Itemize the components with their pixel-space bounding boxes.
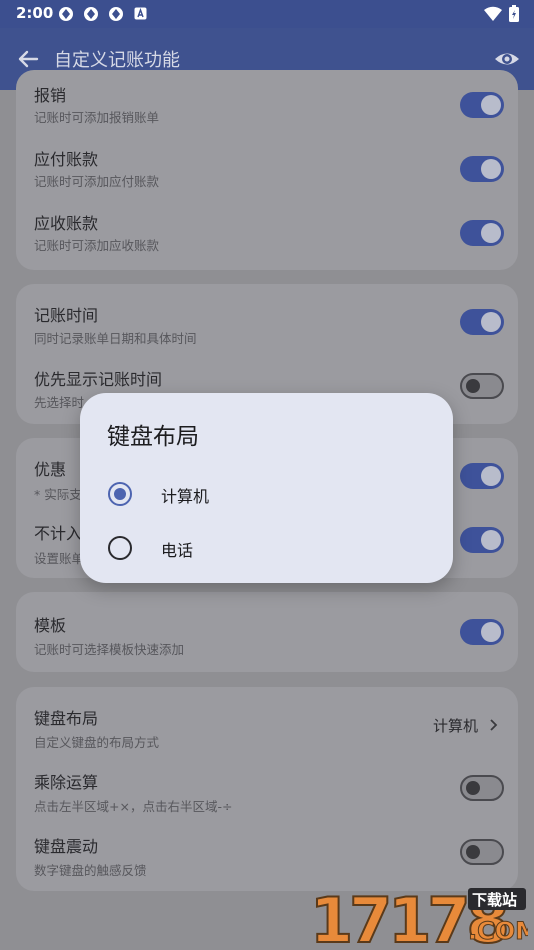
setting-subtitle: 记账时可添加报销账单 [34,110,160,125]
settings-card-keyboard: 键盘布局 自定义键盘的布局方式 计算机 乘除运算 点击左半区域+×，点击右半区域… [16,687,518,891]
setting-subtitle: 同时记录账单日期和具体时间 [34,331,197,346]
setting-title: 乘除运算 [34,773,99,792]
settings-card-bill-types: 报销 记账时可添加报销账单 应付账款 记账时可添加应付账款 应收账款 记账时可添… [16,70,518,270]
setting-subtitle: 设置账单 [34,551,85,566]
toggle-knob [481,159,501,179]
toggle-knob [481,312,501,332]
option-computer[interactable]: 计算机 [80,470,453,518]
keyboard-layout-value: 计算机 [432,717,478,735]
radio-button-selected[interactable] [108,482,132,506]
setting-subtitle: 点击左半区域+×，点击右半区域-÷ [34,799,233,814]
toggle-knob [481,622,501,642]
status-bar: 2:00 [0,0,534,28]
setting-subtitle: 记账时可添加应付账款 [34,174,160,189]
setting-title: 模板 [34,616,67,635]
payable-toggle[interactable] [460,156,504,182]
dialog-title: 键盘布局 [107,424,199,450]
keyboard-layout-dialog: 键盘布局 计算机 电话 [80,393,453,583]
toggle-knob [466,845,480,859]
setting-subtitle: 记账时可添加应收账款 [34,238,160,253]
setting-title: 记账时间 [34,306,99,325]
discount-toggle[interactable] [460,463,504,489]
setting-title: 优先显示记账时间 [34,370,163,389]
status-time: 2:00 [16,4,54,22]
setting-subtitle: 先选择时 [34,395,85,410]
setting-row-reimbursement[interactable]: 报销 记账时可添加报销账单 [16,70,518,134]
option-label: 电话 [161,541,194,560]
notification-icon [109,7,123,21]
setting-title: 键盘震动 [34,837,99,856]
reimbursement-toggle[interactable] [460,92,504,118]
setting-title: 应付账款 [34,150,99,169]
notification-icon [59,7,73,21]
back-arrow-icon[interactable] [14,45,42,73]
multiply-divide-toggle[interactable] [460,775,504,801]
template-toggle[interactable] [460,619,504,645]
keyboard-vibration-toggle[interactable] [460,839,504,865]
battery-icon [509,5,519,22]
show-time-first-toggle[interactable] [460,373,504,399]
toggle-knob [481,466,501,486]
toggle-knob [481,223,501,243]
page-title: 自定义记账功能 [54,50,180,71]
notification-icon [84,7,98,21]
app-notification-icon [134,7,147,20]
setting-row-receivable[interactable]: 应收账款 记账时可添加应收账款 [16,198,518,262]
receivable-toggle[interactable] [460,220,504,246]
settings-card-template: 模板 记账时可选择模板快速添加 [16,592,518,672]
setting-title: 报销 [34,86,67,105]
setting-title: 键盘布局 [34,709,99,728]
setting-title: 应收账款 [34,214,99,233]
setting-title: 优惠 [34,460,67,479]
wifi-icon [484,6,502,22]
setting-row-payable[interactable]: 应付账款 记账时可添加应付账款 [16,134,518,198]
svg-text:.COM: .COM [468,917,528,945]
setting-row-keyboard-vibration[interactable]: 键盘震动 数字键盘的触感反馈 [16,823,518,887]
setting-row-record-time[interactable]: 记账时间 同时记录账单日期和具体时间 [16,294,518,358]
toggle-knob [466,781,480,795]
setting-row-multiply-divide[interactable]: 乘除运算 点击左半区域+×，点击右半区域-÷ [16,759,518,823]
setting-subtitle: 记账时可选择模板快速添加 [34,642,185,657]
setting-subtitle: * 实际支 [34,487,82,502]
setting-row-keyboard-layout[interactable]: 键盘布局 自定义键盘的布局方式 计算机 [16,695,518,759]
exclude-toggle[interactable] [460,527,504,553]
chevron-right-icon [490,719,498,731]
option-label: 计算机 [161,487,210,506]
setting-title: 不计入 [34,524,83,543]
setting-row-template[interactable]: 模板 记账时可选择模板快速添加 [16,600,518,664]
setting-subtitle: 数字键盘的触感反馈 [34,863,147,878]
svg-text:下载站: 下载站 [472,891,517,909]
toggle-knob [481,95,501,115]
watermark-logo: 17178 下载站 .COM [309,884,528,946]
toggle-knob [466,379,480,393]
radio-button[interactable] [108,536,132,560]
setting-subtitle: 自定义键盘的布局方式 [34,735,160,750]
toggle-knob [481,530,501,550]
record-time-toggle[interactable] [460,309,504,335]
option-phone[interactable]: 电话 [80,524,453,572]
